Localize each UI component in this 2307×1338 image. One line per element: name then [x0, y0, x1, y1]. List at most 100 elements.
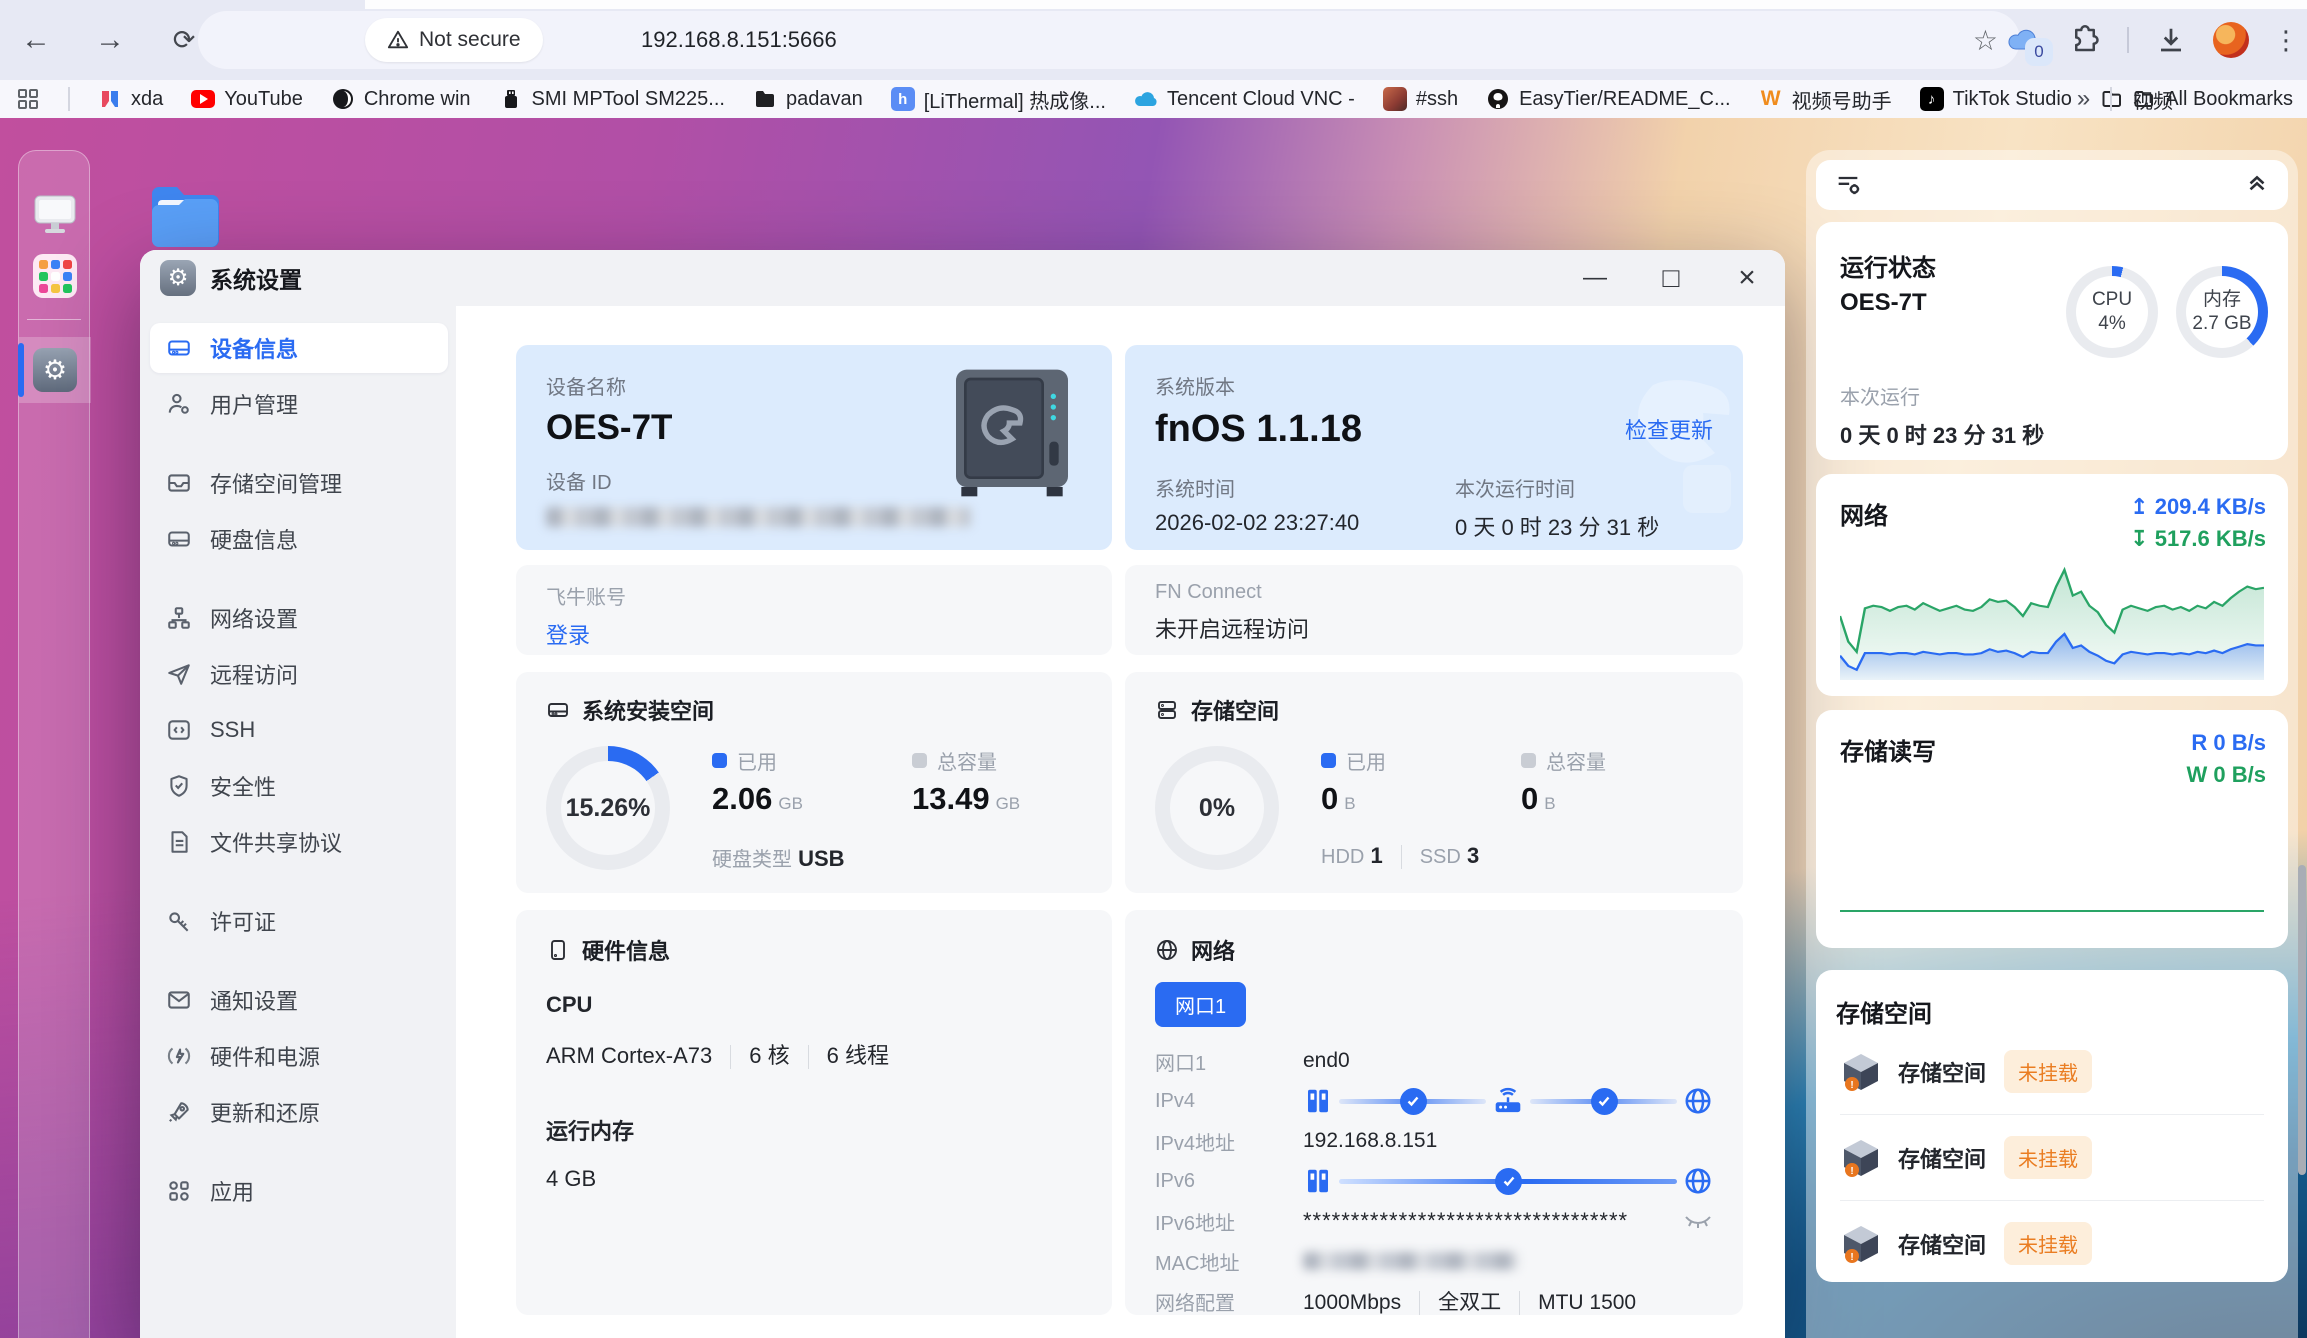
url-text[interactable]: 192.168.8.151:5666 [641, 27, 837, 53]
used-swatch [712, 753, 727, 768]
files-app-icon[interactable] [146, 178, 224, 261]
monitor-icon [32, 192, 78, 236]
disk-io-card: 存储读写 R 0 B/s W 0 B/s [1816, 710, 2288, 948]
system-time-label: 系统时间 [1155, 473, 1455, 502]
disk-type-label: 硬盘类型 [712, 849, 792, 871]
storage-item-row[interactable]: ! 存储空间 未挂载 [1836, 1201, 2268, 1286]
nav-apps[interactable]: 应用 [150, 1163, 448, 1219]
nas-node-icon [1303, 1166, 1333, 1196]
bookmark-ssh[interactable]: #ssh [1383, 87, 1458, 111]
bookmark-smi-mptool[interactable]: SMI MPTool SM225... [499, 87, 725, 111]
shield-check-icon [166, 773, 192, 799]
warning-icon [387, 29, 409, 51]
storage-space-title: 存储空间 [1191, 694, 1279, 726]
collapse-chevrons-icon[interactable] [2244, 172, 2270, 198]
storage-total-label: 总容量 [1546, 746, 1606, 775]
chrome-menu-icon[interactable]: ⋮ [2273, 25, 2299, 56]
page-scrollbar-thumb[interactable] [2298, 865, 2306, 1175]
bookmark-easytier[interactable]: EasyTier/README_C... [1486, 87, 1731, 111]
profile-avatar[interactable] [2213, 22, 2249, 58]
security-chip[interactable]: Not secure [365, 18, 543, 62]
dock-appcenter-button[interactable] [32, 253, 78, 299]
bookmark-xda[interactable]: xda [98, 87, 163, 111]
download-icon: ↧ [2130, 526, 2148, 551]
eye-closed-icon[interactable] [1683, 1211, 1713, 1231]
power-icon [166, 1043, 192, 1069]
bookmark-channels-helper[interactable]: W 视频号助手 [1759, 85, 1892, 114]
bookmark-padavan[interactable]: padavan [753, 87, 863, 111]
cloud-blue-icon [1134, 87, 1158, 111]
bookmark-chrome-win[interactable]: Chrome win [331, 87, 471, 111]
ram-label: 运行内存 [546, 1114, 1082, 1146]
nav-ssh[interactable]: SSH [150, 702, 448, 758]
network-monitor-card: 网络 ↥ 209.4 KB/s ↧ 517.6 KB/s [1816, 474, 2288, 696]
extensions-puzzle-icon[interactable] [2067, 22, 2103, 58]
settings-nav: 设备信息 用户管理 存储空间管理 硬盘信息 网络设置 [140, 306, 456, 1338]
nav-disk-info[interactable]: 硬盘信息 [150, 511, 448, 567]
usb-icon [499, 87, 523, 111]
apps-grid-icon[interactable] [16, 87, 40, 111]
cloud-extension-icon[interactable]: 0 [2007, 22, 2043, 58]
network-nodes-icon [166, 605, 192, 631]
address-bar[interactable]: Not secure 192.168.8.151:5666 ☆ [198, 11, 2020, 69]
fn-connect-status: 未开启远程访问 [1155, 612, 1713, 644]
nav-user-management[interactable]: 用户管理 [150, 376, 448, 432]
cpu-cores: 6 核 [749, 1043, 789, 1068]
bookmarks-separator [68, 87, 70, 111]
bookmarks-overflow-icon[interactable]: » [2077, 85, 2090, 113]
storage-item-row[interactable]: ! 存储空间 未挂载 [1836, 1029, 2268, 1114]
run-status-card: 运行状态 OES-7T CPU4% 内存2.7 GB 本次运行 0 天 0 时 … [1816, 222, 2288, 460]
nas-device-image [948, 367, 1076, 503]
nav-remote-access[interactable]: 远程访问 [150, 646, 448, 702]
minimize-button[interactable]: — [1575, 258, 1615, 298]
dock: ⚙ [18, 150, 90, 1338]
all-bookmarks-folder-icon [2132, 87, 2156, 111]
downloads-icon[interactable] [2153, 22, 2189, 58]
channels-w-icon: W [1759, 87, 1783, 111]
nav-update-restore[interactable]: 更新和还原 [150, 1084, 448, 1140]
nav-license[interactable]: 许可证 [150, 893, 448, 949]
login-link[interactable]: 登录 [546, 618, 590, 650]
bookmark-tiktok-studio[interactable]: ♪ TikTok Studio [1920, 87, 2072, 111]
browser-toolbar: ← → ⟳ Not secure 192.168.8.151:5666 ☆ 0 [0, 0, 2307, 80]
all-bookmarks-button[interactable]: All Bookmarks [2132, 87, 2293, 111]
paper-plane-icon [166, 661, 192, 687]
storage-cube-icon: ! [1842, 1052, 1880, 1092]
install-percent: 15.26% [566, 794, 651, 823]
back-icon[interactable]: ← [10, 14, 62, 66]
forward-icon[interactable]: → [84, 14, 136, 66]
network-chart [1840, 552, 2264, 680]
maximize-button[interactable]: □ [1651, 258, 1691, 298]
bookmark-star-icon[interactable]: ☆ [1973, 24, 1998, 57]
bookmark-lithermal[interactable]: h [LiThermal] 热成像... [891, 85, 1106, 114]
upload-stat: ↥ 209.4 KB/s [2130, 494, 2266, 520]
bookmark-tencent-vnc[interactable]: Tencent Cloud VNC - [1134, 87, 1355, 111]
dock-settings-button[interactable]: ⚙ [32, 347, 78, 393]
download-stat: ↧ 517.6 KB/s [2130, 526, 2266, 552]
nav-network-settings[interactable]: 网络设置 [150, 590, 448, 646]
nav-security[interactable]: 安全性 [150, 758, 448, 814]
install-space-card: 系统安装空间 15.26% 已用 2.06GB [516, 672, 1112, 893]
port-tab[interactable]: 网口1 [1155, 982, 1246, 1027]
user-icon [166, 391, 192, 417]
nav-storage-pool[interactable]: 存储空间管理 [150, 455, 448, 511]
window-titlebar[interactable]: ⚙ 系统设置 — □ × [140, 250, 1785, 306]
svg-text:!: ! [1850, 1252, 1853, 1263]
storage-item-row[interactable]: ! 存储空间 未挂载 [1836, 1115, 2268, 1200]
dock-desktop-button[interactable] [32, 191, 78, 237]
uptime-label: 本次运行时间 [1455, 473, 1659, 502]
close-button[interactable]: × [1727, 258, 1767, 298]
network-title: 网络 [1191, 934, 1235, 966]
internet-globe-icon [1683, 1166, 1713, 1196]
check-update-link[interactable]: 检查更新 [1625, 413, 1713, 445]
nav-hardware-power[interactable]: 硬件和电源 [150, 1028, 448, 1084]
nav-notifications[interactable]: 通知设置 [150, 972, 448, 1028]
list-settings-icon[interactable] [1834, 171, 1862, 199]
nav-file-sharing[interactable]: 文件共享协议 [150, 814, 448, 870]
fnos-desktop: ⚙ ⚙ 系统设置 — □ × [0, 118, 2307, 1338]
tray-icon [166, 470, 192, 496]
bookmark-youtube[interactable]: YouTube [191, 87, 303, 111]
nav-device-info[interactable]: 设备信息 [150, 323, 448, 373]
storage-space-card: 存储空间 0% 已用 0B [1125, 672, 1743, 893]
net-duplex: 全双工 [1438, 1291, 1501, 1314]
